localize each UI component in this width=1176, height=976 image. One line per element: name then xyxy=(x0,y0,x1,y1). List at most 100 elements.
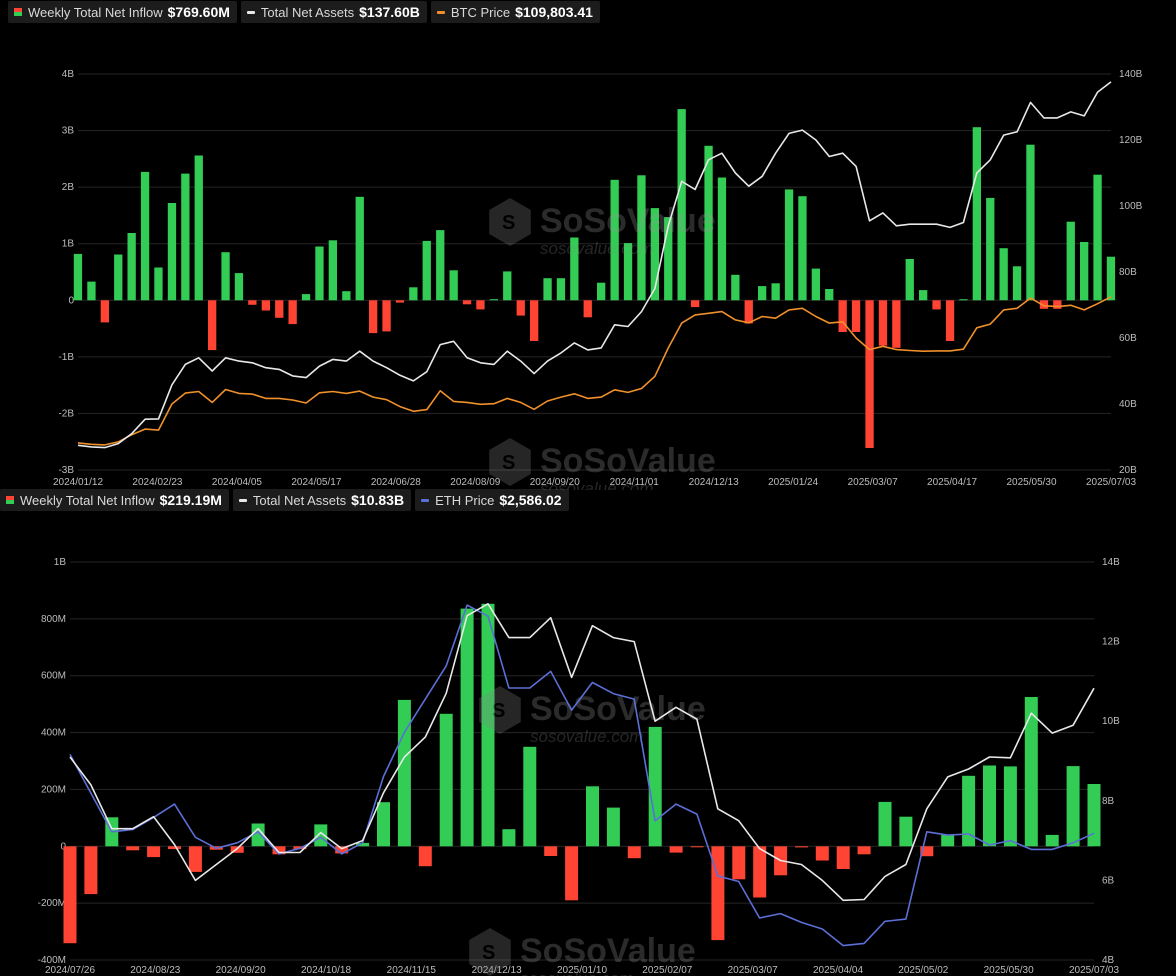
inflow-bar xyxy=(941,834,955,847)
watermark-brand: SoSoValue xyxy=(540,202,716,240)
inflow-bar xyxy=(188,846,202,872)
x-tick-label: 2024/06/28 xyxy=(371,477,421,488)
inflow-bar xyxy=(377,802,390,847)
inflow-bar xyxy=(167,203,177,301)
inflow-bar xyxy=(825,289,834,301)
x-tick-label: 2025/04/04 xyxy=(813,965,863,976)
inflow-bar xyxy=(1045,834,1059,847)
inflow-bar xyxy=(208,300,217,351)
inflow-bar xyxy=(523,746,537,847)
x-tick-label: 2024/08/23 xyxy=(130,965,180,976)
inflow-bar xyxy=(449,270,458,301)
x-tick-label: 2025/03/07 xyxy=(728,965,778,976)
inflow-bar xyxy=(857,846,871,855)
inflow-bar xyxy=(744,300,753,324)
inflow-bar xyxy=(565,846,579,901)
inflow-bar xyxy=(1024,697,1038,847)
inflow-bar xyxy=(544,846,558,856)
net-assets-line xyxy=(69,603,1095,902)
inflow-bar xyxy=(945,300,955,341)
inflow-bar xyxy=(717,177,727,301)
inflow-bar xyxy=(690,846,704,848)
inflow-bar xyxy=(1026,144,1035,301)
y-right-tick-label: 20B xyxy=(1119,465,1137,476)
watermark-domain: sosovalue.com xyxy=(540,239,653,258)
watermark-logo-glyph: S xyxy=(482,942,495,964)
inflow-bar xyxy=(288,300,297,325)
inflow-bar xyxy=(932,300,941,310)
y-right-tick-label: 100B xyxy=(1119,201,1143,212)
inflow-bar xyxy=(397,699,411,847)
y-right-tick-label: 120B xyxy=(1119,135,1143,146)
y-left-tick-label: -2B xyxy=(58,408,74,419)
inflow-bar xyxy=(395,300,405,303)
inflow-bar xyxy=(771,283,780,301)
inflow-bar xyxy=(168,846,181,850)
inflow-bar xyxy=(328,240,337,301)
x-tick-label: 2024/04/05 xyxy=(212,477,262,488)
y-right-tick-label: 80B xyxy=(1119,267,1137,278)
inflow-bar xyxy=(194,155,203,301)
inflow-bar xyxy=(73,253,83,301)
x-tick-label: 2025/05/30 xyxy=(984,965,1034,976)
y-right-tick-label: 140B xyxy=(1119,69,1143,80)
x-tick-label: 2024/02/23 xyxy=(132,477,182,488)
inflow-bar xyxy=(1066,766,1080,847)
inflow-bar xyxy=(275,300,284,318)
inflow-bar xyxy=(382,300,391,332)
inflow-bar xyxy=(261,300,270,311)
eth-price-line xyxy=(69,604,1095,947)
inflow-bar xyxy=(627,846,641,859)
inflow-bar xyxy=(502,829,516,847)
inflow-bar xyxy=(753,846,767,898)
inflow-bar xyxy=(100,300,109,323)
inflow-bar xyxy=(422,240,431,301)
x-tick-label: 2025/07/03 xyxy=(1069,965,1119,976)
inflow-bar xyxy=(865,300,874,448)
inflow-bar xyxy=(63,846,77,944)
x-tick-label: 2025/07/03 xyxy=(1086,477,1136,488)
inflow-bar xyxy=(436,230,445,301)
watermark-logo-glyph: S xyxy=(492,700,505,722)
inflow-bar xyxy=(905,259,914,301)
inflow-bar xyxy=(1080,242,1089,301)
inflow-bar xyxy=(114,254,123,301)
inflow-bar xyxy=(838,300,847,332)
y-left-tick-label: 800M xyxy=(41,614,66,625)
inflow-bar xyxy=(221,252,230,301)
inflow-bar xyxy=(418,846,432,867)
inflow-bar xyxy=(147,846,161,858)
x-tick-label: 2025/04/17 xyxy=(927,477,977,488)
watermark: SSoSoValuesosovalue.com xyxy=(479,686,706,746)
inflow-bar xyxy=(301,294,311,301)
inflow-bar xyxy=(732,846,746,880)
inflow-bar xyxy=(84,846,98,895)
x-tick-label: 2024/09/20 xyxy=(216,965,266,976)
inflow-bar xyxy=(815,846,829,861)
inflow-bar xyxy=(1093,174,1102,301)
watermark-logo-glyph: S xyxy=(502,452,515,474)
inflow-bar xyxy=(1003,766,1017,847)
inflow-bar xyxy=(503,271,512,301)
inflow-bar xyxy=(919,290,928,301)
inflow-bar xyxy=(731,274,740,301)
watermark-brand: SoSoValue xyxy=(520,932,696,970)
watermark-logo-glyph: S xyxy=(502,212,515,234)
inflow-bar xyxy=(878,300,888,346)
y-left-tick-label: -200M xyxy=(38,898,66,909)
inflow-bar xyxy=(154,267,163,301)
y-left-tick-label: 1B xyxy=(54,557,67,568)
inflow-bar xyxy=(476,300,485,310)
inflow-bar xyxy=(1066,221,1075,301)
inflow-bar xyxy=(851,300,861,332)
inflow-bar xyxy=(892,300,901,348)
x-tick-label: 2025/01/24 xyxy=(768,477,818,488)
inflow-bar xyxy=(648,726,662,847)
watermark-brand: SoSoValue xyxy=(540,442,716,480)
inflow-bar xyxy=(530,300,539,341)
inflow-bar xyxy=(127,233,136,301)
y-left-tick-label: 2B xyxy=(62,182,75,193)
y-left-tick-label: 3B xyxy=(62,126,75,137)
y-left-tick-label: 4B xyxy=(62,69,75,80)
y-right-tick-label: 14B xyxy=(1102,557,1120,568)
